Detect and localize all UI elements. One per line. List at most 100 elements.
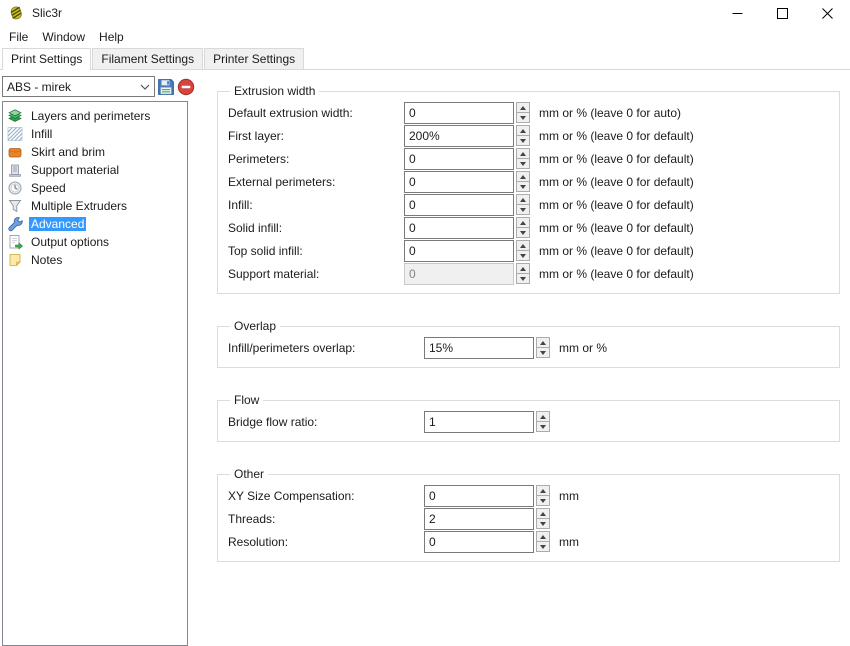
preset-select[interactable]: ABS - mirek [2,76,155,97]
spin-down-button[interactable] [516,135,530,146]
field-label: Infill: [228,198,404,212]
field-label: First layer: [228,129,404,143]
spin-down-button[interactable] [516,204,530,215]
threads-spinner [536,337,550,358]
threads-spinner [516,102,530,123]
field-label: Infill/perimeters overlap: [228,341,424,355]
sidebar-item-label: Multiple Extruders [29,199,129,213]
input-support-material[interactable] [404,263,514,285]
sidebar-item-label: Layers and perimeters [29,109,152,123]
arrow-down-icon [520,162,526,166]
input-perimeters[interactable] [404,148,514,170]
menu-file[interactable]: File [2,28,35,46]
input-infill[interactable] [404,194,514,216]
skirt-icon [7,144,23,160]
field-label: Resolution: [228,535,424,549]
spin-down-button[interactable] [516,250,530,261]
group-title: Flow [230,393,263,407]
settings-panel: Extrusion width Default extrusion width:… [198,70,850,646]
field-label: Threads: [228,512,424,526]
tab-printer-settings[interactable]: Printer Settings [204,48,304,69]
spin-down-button[interactable] [536,541,550,552]
settings-row: First layer: mm or % (leave 0 for defaul… [228,124,829,147]
sidebar-item-notes[interactable]: Notes [3,251,187,269]
maximize-icon [777,8,788,19]
spin-down-button[interactable] [536,347,550,358]
menu-bar: FileWindowHelp [0,26,850,48]
arrow-down-icon [520,208,526,212]
arrow-up-icon [540,415,546,419]
save-preset-button[interactable] [157,78,175,96]
maximize-button[interactable] [760,0,805,26]
arrow-up-icon [520,106,526,110]
field-unit: mm or % (leave 0 for default) [539,198,694,212]
minimize-button[interactable] [715,0,760,26]
spin-down-button[interactable] [516,181,530,192]
layers-icon [7,108,23,124]
settings-row: External perimeters: mm or % (leave 0 fo… [228,170,829,193]
arrow-up-icon [540,341,546,345]
preset-row: ABS - mirek [2,76,198,97]
menu-window[interactable]: Window [35,28,92,46]
tab-filament-settings[interactable]: Filament Settings [92,48,203,69]
sidebar-item-multiple-extruders[interactable]: Multiple Extruders [3,197,187,215]
input-resolution[interactable] [424,531,534,553]
field-label: Perimeters: [228,152,404,166]
sidebar-item-output-options[interactable]: Output options [3,233,187,251]
spin-down-button[interactable] [536,518,550,529]
spin-down-button[interactable] [536,421,550,432]
delete-preset-button[interactable] [177,78,195,96]
settings-row: Top solid infill: mm or % (leave 0 for d… [228,239,829,262]
sidebar-item-skirt-and-brim[interactable]: Skirt and brim [3,143,187,161]
slic3r-app-icon [8,5,24,21]
spin-down-button[interactable] [536,495,550,506]
input-first-layer[interactable] [404,125,514,147]
sidebar-item-support-material[interactable]: Support material [3,161,187,179]
input-xy-size-compensation[interactable] [424,485,534,507]
arrow-down-icon [520,254,526,258]
threads-spinner [536,508,550,529]
spin-down-button[interactable] [516,112,530,123]
field-unit: mm or % (leave 0 for default) [539,152,694,166]
menu-help[interactable]: Help [92,28,131,46]
sidebar-item-label: Support material [29,163,121,177]
field-unit: mm or % [559,341,607,355]
arrow-down-icon [520,231,526,235]
spin-down-button[interactable] [516,273,530,284]
infill-icon [7,126,23,142]
input-infill-perimeters-overlap[interactable] [424,337,534,359]
field-label: Bridge flow ratio: [228,415,424,429]
close-button[interactable] [805,0,850,26]
arrow-up-icon [520,129,526,133]
sidebar-item-infill[interactable]: Infill [3,125,187,143]
threads-spinner [516,240,530,261]
threads-spinner [516,125,530,146]
group-overlap: Overlap Infill/perimeters overlap: mm or… [217,319,840,368]
arrow-down-icon [540,545,546,549]
content: ABS - mirek Layers and perimeters Infill… [0,70,850,646]
sidebar-item-layers-and-perimeters[interactable]: Layers and perimeters [3,107,187,125]
sidebar-item-advanced[interactable]: Advanced [3,215,187,233]
minimize-icon [732,8,743,19]
spin-down-button[interactable] [516,227,530,238]
threads-spinner [516,217,530,238]
threads-spinner [536,411,550,432]
input-threads[interactable] [424,508,534,530]
tab-bar: Print SettingsFilament SettingsPrinter S… [0,48,850,70]
input-default-extrusion-width[interactable] [404,102,514,124]
input-bridge-flow-ratio[interactable] [424,411,534,433]
tab-print-settings[interactable]: Print Settings [2,48,91,70]
settings-row: Infill/perimeters overlap: mm or % [228,336,829,359]
window-title: Slic3r [32,6,62,20]
sidebar-item-label: Infill [29,127,54,141]
arrow-up-icon [540,535,546,539]
title-bar: Slic3r [0,0,850,26]
spin-down-button[interactable] [516,158,530,169]
input-top-solid-infill[interactable] [404,240,514,262]
input-solid-infill[interactable] [404,217,514,239]
input-external-perimeters[interactable] [404,171,514,193]
sidebar-item-speed[interactable]: Speed [3,179,187,197]
arrow-down-icon [520,116,526,120]
sidebar-item-label: Speed [29,181,68,195]
speed-icon [7,180,23,196]
